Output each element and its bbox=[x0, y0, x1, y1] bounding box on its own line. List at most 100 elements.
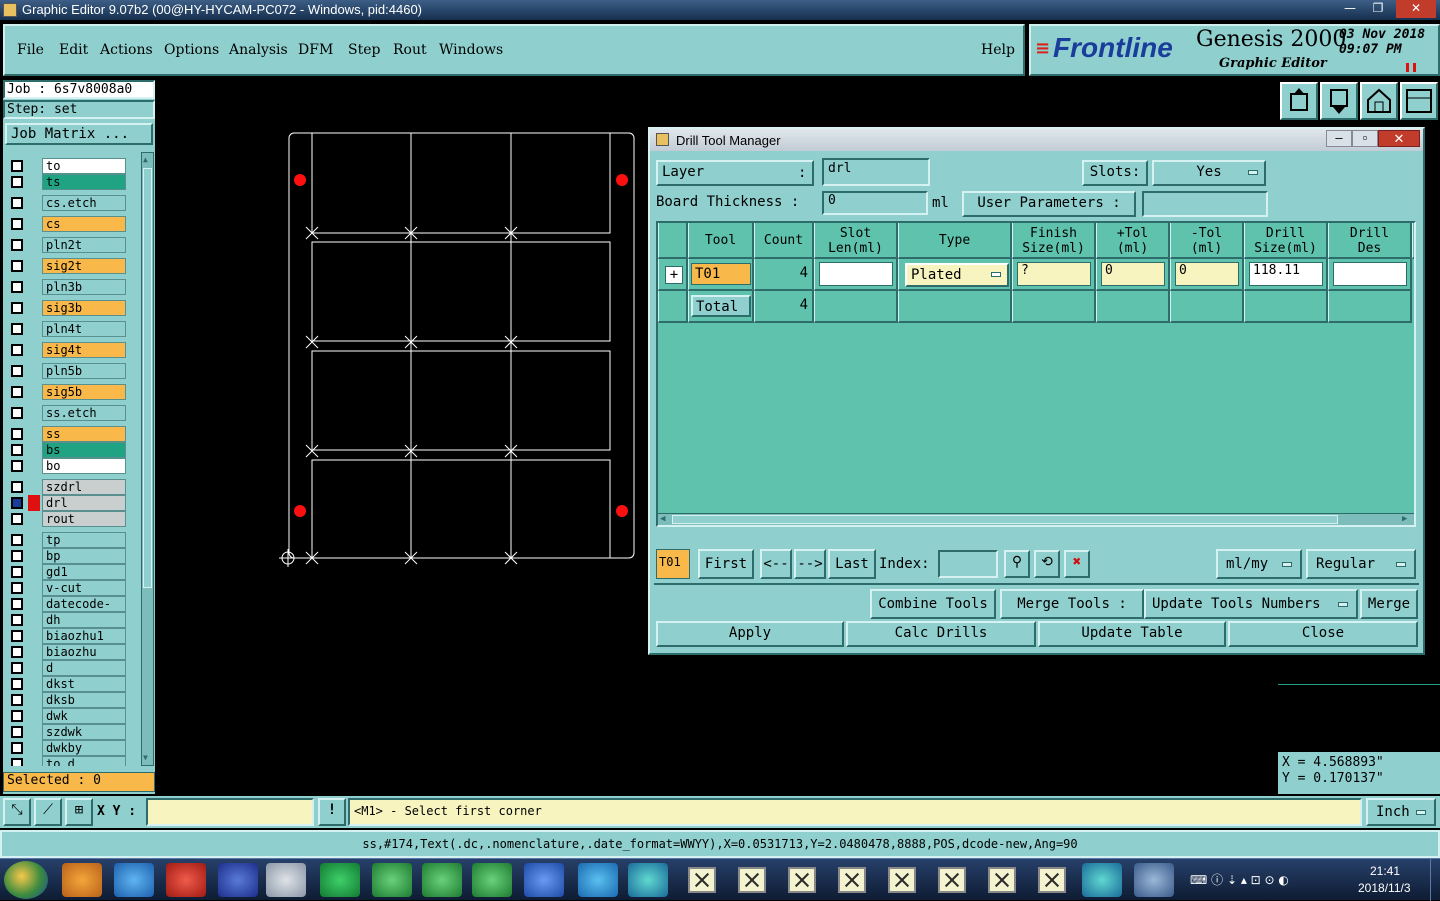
close-button[interactable]: Close bbox=[1228, 621, 1418, 647]
plus-tol-input[interactable]: 0 bbox=[1101, 262, 1165, 286]
close-window-button[interactable]: ✕ bbox=[1396, 0, 1436, 18]
layer-row-ts[interactable]: ts bbox=[6, 174, 128, 190]
update-table-button[interactable]: Update Table bbox=[1038, 621, 1226, 647]
scroll-up-icon[interactable]: ▲ bbox=[143, 155, 152, 164]
taskbar-app-g-icon[interactable] bbox=[166, 863, 206, 897]
layer-checkbox[interactable] bbox=[11, 758, 23, 766]
layer-name[interactable]: to bbox=[42, 158, 126, 174]
layer-name[interactable]: rout bbox=[42, 511, 126, 527]
layer-checkbox[interactable] bbox=[11, 582, 23, 594]
taskbar-app-f-icon[interactable] bbox=[320, 863, 360, 897]
layer-name[interactable]: d bbox=[42, 660, 126, 676]
layer-row-szdwk[interactable]: szdwk bbox=[6, 724, 128, 740]
layer-checkbox[interactable] bbox=[11, 513, 23, 525]
layer-name[interactable]: ts bbox=[42, 174, 126, 190]
layer-checkbox[interactable] bbox=[11, 365, 23, 377]
layer-name[interactable]: to_d bbox=[42, 756, 126, 766]
layer-row-tp[interactable]: tp bbox=[6, 532, 128, 548]
layer-name[interactable]: pln3b bbox=[42, 279, 126, 295]
menu-file[interactable]: File bbox=[17, 42, 44, 58]
layer-checkbox[interactable] bbox=[11, 460, 23, 472]
layer-name[interactable]: pln2t bbox=[42, 237, 126, 253]
taskbar-excel-icon[interactable] bbox=[472, 863, 512, 897]
layer-row-pln5b[interactable]: pln5b bbox=[6, 363, 128, 379]
type-select[interactable]: Plated bbox=[905, 263, 1009, 287]
taskbar-word-icon[interactable] bbox=[524, 863, 564, 897]
layer-row-dkst[interactable]: dkst bbox=[6, 676, 128, 692]
layer-row-v-cut[interactable]: v-cut bbox=[6, 580, 128, 596]
layer-name[interactable]: sig5b bbox=[42, 384, 126, 400]
taskbar-browser-icon[interactable] bbox=[114, 863, 154, 897]
layer-row-sig4t[interactable]: sig4t bbox=[6, 342, 128, 358]
layer-checkbox[interactable] bbox=[11, 550, 23, 562]
user-parameters-field[interactable] bbox=[1142, 191, 1268, 217]
taskbar-genesis-window-icon[interactable] bbox=[988, 867, 1016, 893]
layer-row-sig3b[interactable]: sig3b bbox=[6, 300, 128, 316]
layer-name[interactable]: ss bbox=[42, 426, 126, 442]
alert-icon[interactable]: ! bbox=[318, 798, 346, 826]
index-field[interactable] bbox=[938, 550, 998, 578]
layer-name[interactable]: dwkby bbox=[42, 740, 126, 756]
layer-row-szdrl[interactable]: szdrl bbox=[6, 479, 128, 495]
layer-checkbox[interactable] bbox=[11, 323, 23, 335]
layer-field[interactable]: drl bbox=[822, 158, 930, 186]
job-matrix-button[interactable]: Job Matrix ... bbox=[5, 123, 153, 145]
taskbar-viewer-icon[interactable] bbox=[628, 863, 668, 897]
layer-checkbox[interactable] bbox=[11, 614, 23, 626]
menu-rout[interactable]: Rout bbox=[393, 42, 427, 58]
layer-row-sig2t[interactable]: sig2t bbox=[6, 258, 128, 274]
layer-checkbox[interactable] bbox=[11, 662, 23, 674]
calc-drills-button[interactable]: Calc Drills bbox=[846, 621, 1036, 647]
layer-name[interactable]: dh bbox=[42, 612, 126, 628]
layer-checkbox[interactable] bbox=[11, 710, 23, 722]
layer-checkbox[interactable] bbox=[11, 428, 23, 440]
upload-icon[interactable] bbox=[1280, 82, 1318, 120]
menu-actions[interactable]: Actions bbox=[100, 42, 153, 58]
taskbar-keyboard-icon[interactable] bbox=[266, 863, 306, 897]
layer-row-dwk[interactable]: dwk bbox=[6, 708, 128, 724]
dialog-minimize-button[interactable]: – bbox=[1326, 130, 1352, 147]
grid-icon[interactable]: ⊞ bbox=[65, 798, 93, 826]
layer-name[interactable]: v-cut bbox=[42, 580, 126, 596]
layer-checkbox[interactable] bbox=[11, 481, 23, 493]
layer-row-to[interactable]: to bbox=[6, 158, 128, 174]
layer-checkbox[interactable] bbox=[11, 386, 23, 398]
taskbar-genesis-window-icon[interactable] bbox=[838, 867, 866, 893]
taskbar-genesis-window-icon[interactable] bbox=[788, 867, 816, 893]
scroll-right-icon[interactable]: ▶ bbox=[1402, 514, 1407, 525]
layer-name[interactable]: bo bbox=[42, 458, 126, 474]
layer-checkbox[interactable] bbox=[11, 302, 23, 314]
layer-row-cs[interactable]: cs bbox=[6, 216, 128, 232]
layer-checkbox[interactable] bbox=[11, 239, 23, 251]
layer-name[interactable]: sig3b bbox=[42, 300, 126, 316]
layer-name[interactable]: bs bbox=[42, 442, 126, 458]
delete-icon[interactable]: ✖ bbox=[1064, 550, 1090, 578]
finish-size-input[interactable]: ? bbox=[1017, 262, 1091, 286]
layer-row-biaozhu1[interactable]: biaozhu1 bbox=[6, 628, 128, 644]
merge-button[interactable]: Merge bbox=[1360, 589, 1418, 619]
layer-checkbox[interactable] bbox=[11, 281, 23, 293]
menu-help[interactable]: Help bbox=[981, 42, 1015, 58]
layer-name[interactable]: biaozhu bbox=[42, 644, 126, 660]
layer-row-gd1[interactable]: gd1 bbox=[6, 564, 128, 580]
next-button[interactable]: --> bbox=[794, 549, 826, 579]
menu-edit[interactable]: Edit bbox=[59, 42, 88, 58]
refresh-icon[interactable]: ⟲ bbox=[1034, 550, 1060, 578]
layer-row-dwkby[interactable]: dwkby bbox=[6, 740, 128, 756]
board-thickness-field[interactable]: 0 bbox=[822, 191, 928, 215]
minus-tol-input[interactable]: 0 bbox=[1175, 262, 1239, 286]
download-icon[interactable] bbox=[1320, 82, 1358, 120]
layer-row-pln4t[interactable]: pln4t bbox=[6, 321, 128, 337]
layer-scrollbar[interactable]: ▲ ▼ bbox=[141, 152, 154, 766]
expand-row-icon[interactable]: + bbox=[665, 266, 683, 284]
show-desktop-button[interactable] bbox=[1430, 859, 1440, 901]
restore-button[interactable]: ❐ bbox=[1364, 0, 1392, 18]
layer-name[interactable]: szdwk bbox=[42, 724, 126, 740]
hscroll-thumb[interactable] bbox=[672, 515, 1338, 524]
layer-name[interactable]: tp bbox=[42, 532, 126, 548]
layer-row-dksb[interactable]: dksb bbox=[6, 692, 128, 708]
layer-name[interactable]: dwk bbox=[42, 708, 126, 724]
apply-button[interactable]: Apply bbox=[656, 621, 844, 647]
taskbar-excel-icon[interactable] bbox=[422, 863, 462, 897]
layer-name[interactable]: dkst bbox=[42, 676, 126, 692]
